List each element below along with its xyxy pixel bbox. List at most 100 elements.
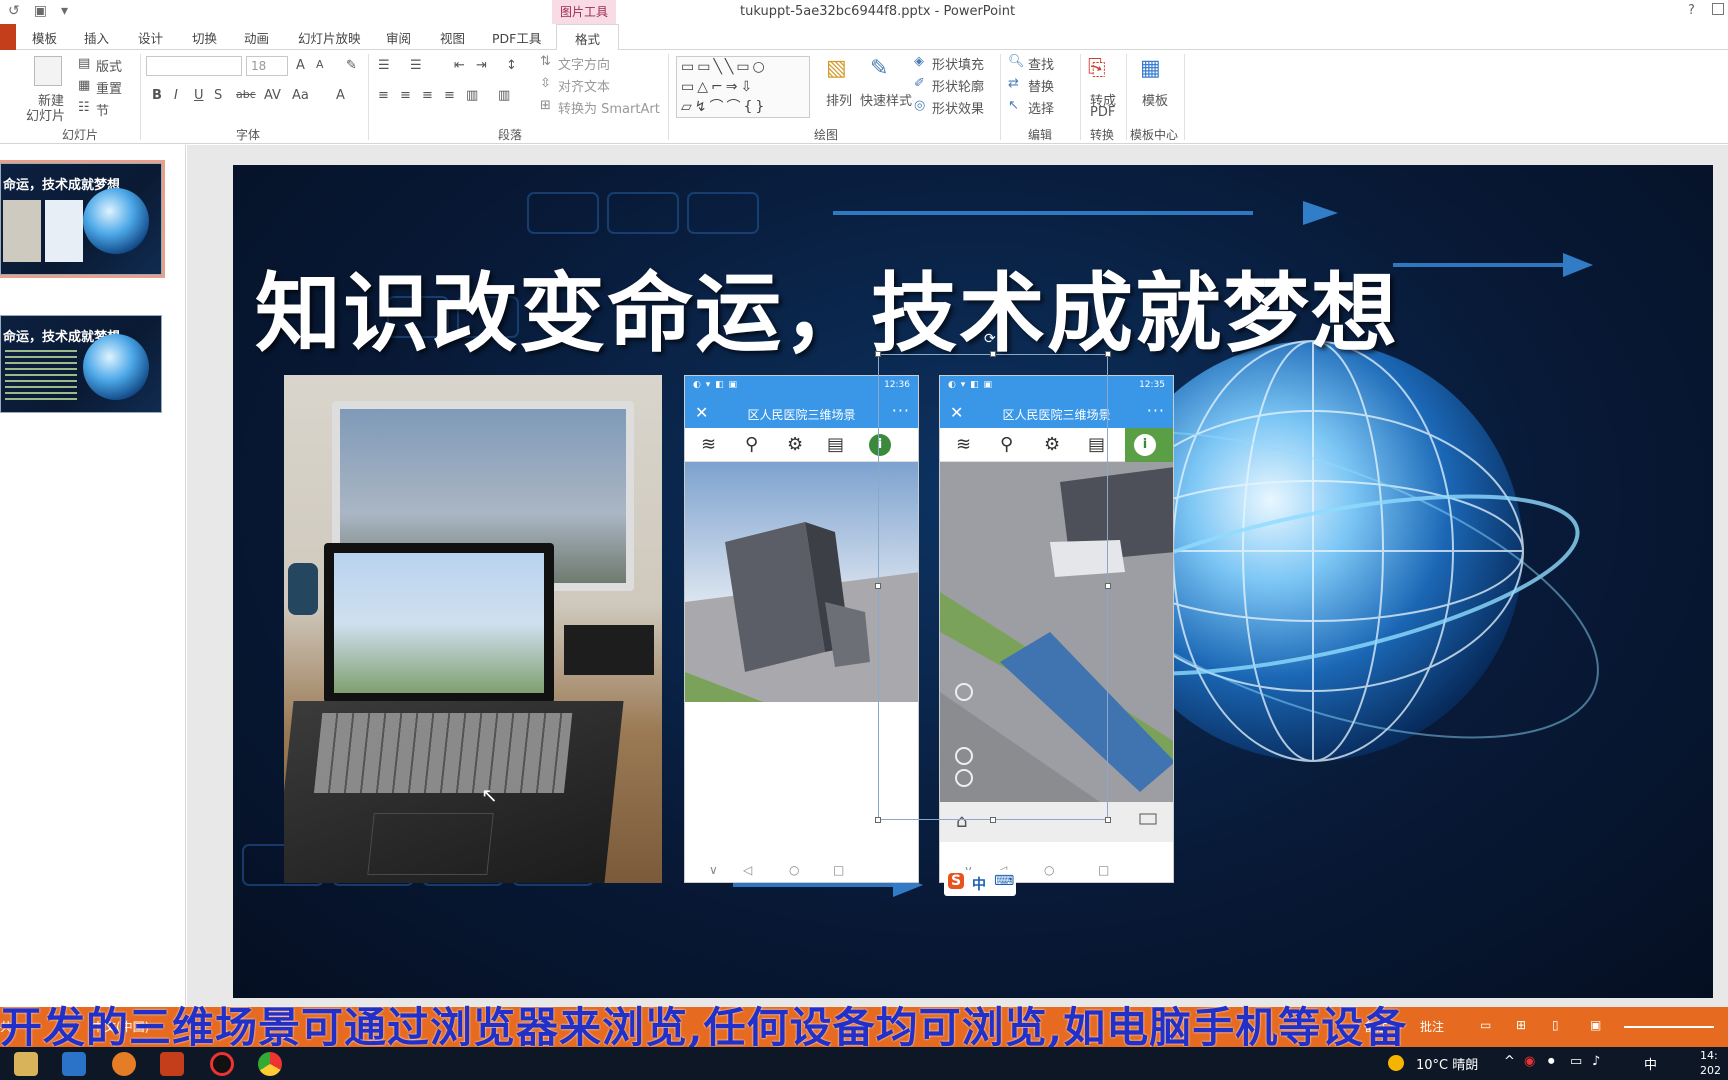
smartart-button[interactable]: 转换为 SmartArt — [558, 98, 660, 117]
shape-fill-button[interactable]: 形状填充 — [932, 54, 984, 73]
ime-tray[interactable]: 中 — [1644, 1054, 1657, 1073]
laptop-photo[interactable] — [284, 375, 662, 883]
italic-icon[interactable]: I — [174, 88, 178, 103]
shadow-icon[interactable]: S — [214, 88, 222, 103]
align-text-icon[interactable]: ⇳ — [540, 76, 551, 91]
align-right-icon[interactable]: ≡ — [422, 88, 433, 103]
restore-icon[interactable] — [1712, 3, 1724, 15]
align-left-icon[interactable]: ≡ — [378, 88, 389, 103]
slide-canvas[interactable]: 知识改变命运，技术成就梦想 ◐ ▾ ◧ ▣ 12:36 ✕ 区人民医院三维场景 … — [233, 165, 1713, 998]
new-slide-icon[interactable] — [34, 56, 62, 86]
template-button[interactable]: 模板 — [1142, 90, 1168, 109]
powerpoint-icon[interactable] — [160, 1052, 184, 1076]
tab-animations[interactable]: 动画 — [244, 28, 269, 47]
increase-indent-icon[interactable]: ⇥ — [476, 58, 487, 73]
select-button[interactable]: 选择 — [1028, 98, 1054, 117]
quick-styles-button[interactable]: 快速样式 — [860, 90, 912, 109]
undo-icon[interactable]: ↺ — [8, 3, 20, 19]
tab-transitions[interactable]: 切换 — [192, 28, 217, 47]
shapes-gallery[interactable]: ▭▭╲╲▭○ ▭△⌐⇒⇩ ▱↯⌒⌒{} — [676, 56, 810, 118]
present-icon[interactable]: ▣ — [34, 3, 47, 19]
tab-file[interactable] — [0, 24, 16, 50]
tab-insert[interactable]: 插入 — [84, 28, 109, 47]
shape-effects-button[interactable]: 形状效果 — [932, 98, 984, 117]
reset-button[interactable]: 重置 — [96, 78, 122, 97]
shape-outline-icon[interactable]: ✐ — [914, 76, 925, 91]
arrange-button[interactable]: 排列 — [826, 90, 852, 109]
resize-handle[interactable] — [1105, 817, 1111, 823]
resize-handle[interactable] — [1105, 351, 1111, 357]
justify-icon[interactable]: ≡ — [444, 88, 455, 103]
columns-icon[interactable]: ▥ — [498, 88, 510, 103]
resize-handle[interactable] — [1105, 583, 1111, 589]
decrease-indent-icon[interactable]: ⇤ — [454, 58, 465, 73]
replace-icon[interactable]: ⇄ — [1008, 76, 1019, 91]
ime-toolbar[interactable]: S 中 ⌨ — [944, 870, 1016, 896]
pdf-icon[interactable]: ⎘ — [1088, 56, 1106, 81]
tab-review[interactable]: 审阅 — [386, 28, 411, 47]
clock-time[interactable]: 14: — [1700, 1049, 1718, 1062]
tab-view[interactable]: 视图 — [440, 28, 465, 47]
help-icon[interactable]: ? — [1688, 3, 1695, 18]
record-tray-icon[interactable]: ◉ — [1524, 1054, 1535, 1069]
spacing-icon[interactable]: AV — [264, 88, 281, 103]
shape-fill-icon[interactable]: ◈ — [914, 54, 924, 69]
tab-slideshow[interactable]: 幻灯片放映 — [298, 28, 361, 47]
bold-icon[interactable]: B — [152, 88, 162, 103]
new-slide-label-2[interactable]: 幻灯片 — [26, 105, 65, 124]
volume-icon[interactable]: ♪ — [1592, 1054, 1600, 1069]
layout-button[interactable]: 版式 — [96, 56, 122, 75]
resize-handle[interactable] — [990, 351, 996, 357]
chrome-icon[interactable] — [258, 1052, 282, 1076]
recorder-icon[interactable] — [210, 1052, 234, 1076]
reset-icon[interactable]: ▦ — [78, 78, 90, 93]
tray-expand-icon[interactable]: ^ — [1504, 1054, 1515, 1069]
network-icon[interactable]: ▭ — [1570, 1054, 1582, 1069]
resize-handle[interactable] — [875, 351, 881, 357]
convert-pdf-button-2[interactable]: PDF — [1090, 105, 1115, 120]
file-explorer-icon[interactable] — [14, 1052, 38, 1076]
tab-design[interactable]: 设计 — [138, 28, 163, 47]
slide-thumbnail-1[interactable]: 命运，技术成就梦想 — [0, 160, 165, 278]
replace-button[interactable]: 替换 — [1028, 76, 1054, 95]
tab-format[interactable]: 格式 — [556, 24, 620, 51]
line-spacing-icon[interactable]: ↕ — [506, 58, 517, 73]
resize-handle[interactable] — [875, 817, 881, 823]
section-button[interactable]: 节 — [96, 100, 109, 119]
font-color-icon[interactable]: A — [336, 88, 345, 103]
numbering-icon[interactable]: ☰ — [410, 58, 422, 73]
rotate-handle-icon[interactable]: ⟳ — [984, 331, 996, 347]
change-case-icon[interactable]: Aa — [292, 88, 309, 103]
slide-thumbnail-2[interactable]: 命运，技术成就梦想 — [0, 315, 162, 413]
shrink-font-icon[interactable]: A — [316, 58, 324, 71]
slide-title[interactable]: 知识改变命运，技术成就梦想 — [255, 243, 1399, 368]
clear-format-icon[interactable]: ✎ — [346, 58, 357, 73]
bullets-icon[interactable]: ☰ — [378, 58, 390, 73]
weather-text[interactable]: 10°C 晴朗 — [1416, 1054, 1478, 1073]
resize-handle[interactable] — [875, 583, 881, 589]
clock-date[interactable]: 202 — [1700, 1064, 1721, 1077]
find-button[interactable]: 查找 — [1028, 54, 1054, 73]
quick-styles-icon[interactable]: ✎ — [870, 56, 888, 81]
smartart-icon[interactable]: ⊞ — [540, 98, 551, 113]
distribute-icon[interactable]: ▥ — [466, 88, 478, 103]
template-icon[interactable]: ▦ — [1140, 56, 1161, 81]
font-size-combo[interactable]: 18 — [246, 56, 288, 76]
tab-template[interactable]: 模板 — [32, 28, 57, 47]
arrange-icon[interactable]: ▧ — [826, 56, 847, 81]
mail-icon[interactable] — [62, 1052, 86, 1076]
tab-pdf-tools[interactable]: PDF工具 — [492, 28, 541, 47]
underline-icon[interactable]: U — [194, 88, 204, 103]
grow-font-icon[interactable]: A — [296, 58, 305, 73]
text-direction-icon[interactable]: ⇅ — [540, 54, 551, 69]
align-center-icon[interactable]: ≡ — [400, 88, 411, 103]
resize-handle[interactable] — [990, 817, 996, 823]
select-icon[interactable]: ↖ — [1008, 98, 1019, 113]
section-icon[interactable]: ☷ — [78, 100, 90, 115]
layout-icon[interactable]: ▤ — [78, 56, 90, 71]
text-direction-button[interactable]: 文字方向 — [558, 54, 610, 73]
font-name-combo[interactable] — [146, 56, 242, 76]
align-text-button[interactable]: 对齐文本 — [558, 76, 610, 95]
browser-icon[interactable] — [112, 1052, 136, 1076]
find-icon[interactable]: 🔍︎ — [1008, 54, 1025, 69]
